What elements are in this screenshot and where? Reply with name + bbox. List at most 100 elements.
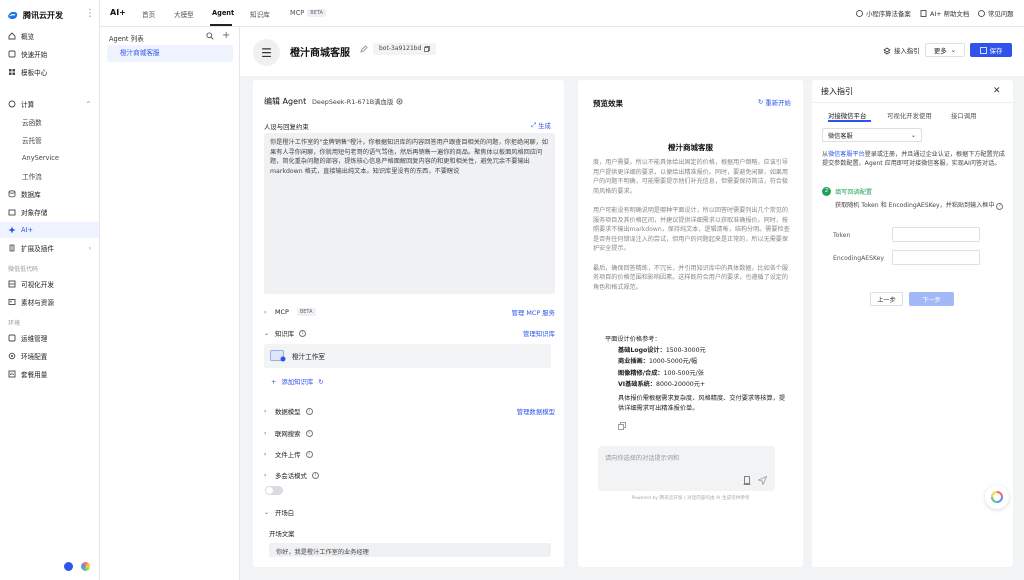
assistant-icon[interactable]	[81, 562, 90, 571]
search-icon[interactable]	[206, 32, 214, 40]
manage-kb-link[interactable]: 管理知识库	[523, 329, 555, 338]
token-input[interactable]	[892, 227, 980, 242]
step-title: 填写回调配置	[835, 189, 873, 196]
opening-section[interactable]: ⌄ 开场白	[264, 506, 555, 518]
manage-data-model-link[interactable]: 管理数据模型	[517, 407, 555, 416]
add-knowledge-button[interactable]: + 添加知识库 ↻	[271, 377, 324, 387]
save-button[interactable]: 保存	[970, 43, 1012, 57]
price-item: 基础Logo设计：	[618, 347, 666, 355]
preview-panel: 预览效果 ↻ 重新开始 橙汁商城客服 度，用户需要，所以不能具体给出固定的价格，…	[578, 80, 803, 567]
more-button[interactable]: 更多 ⌄	[925, 43, 965, 57]
more-menu-icon[interactable]: ⋮	[85, 8, 95, 20]
sidebar-item-workflow[interactable]: 工作流	[0, 168, 99, 184]
agent-list-panel: Agent 列表 + 橙汁商城客服	[100, 27, 240, 580]
agent-config-panel: 编辑 Agent DeepSeek-R1-671B满血版 人设与回复约束 ⤢ 生…	[253, 80, 564, 567]
tab-visual-dev[interactable]: 可视化开发使用	[887, 111, 932, 120]
persona-textarea[interactable]: 你是橙汁工作室的"金牌销售"橙汁，你根据知识库的内容回答用户跟查目相关的问题，你…	[264, 133, 555, 294]
chat-input[interactable]: 请向你选择的对话提示词和	[598, 446, 775, 491]
web-search-section[interactable]: › 联网搜索 i	[264, 427, 555, 439]
price-item: VI基础系统：	[618, 380, 657, 388]
knowledge-section[interactable]: ⌄ 知识库 i 管理知识库	[264, 327, 555, 339]
sidebar-item-storage[interactable]: 对象存储	[0, 204, 99, 220]
multi-session-section[interactable]: › 多会话模式 i	[264, 469, 555, 481]
tab-mcp-label: MCP	[290, 9, 305, 17]
chevron-right-icon: ›	[264, 407, 267, 415]
copy-icon[interactable]	[424, 46, 431, 52]
link-help-docs[interactable]: AI+ 帮助文档	[920, 9, 969, 18]
tab-agent[interactable]: Agent	[212, 9, 234, 17]
prev-step-button[interactable]: 上一步	[870, 292, 903, 306]
powered-by-note: Powered by 腾讯云开发 | 对话内容均由 AI 生成仅供参考	[631, 496, 750, 501]
sidebar-item-ai[interactable]: AI+	[0, 222, 99, 238]
data-model-section[interactable]: › 数据模型 i 管理数据模型	[264, 405, 555, 417]
wechat-platform-link[interactable]: 微信客服平台	[828, 151, 865, 158]
ops-icon	[8, 334, 16, 342]
platform-select[interactable]: 微信客服 ⌄	[822, 128, 922, 142]
tab-wechat[interactable]: 对接微信平台	[828, 111, 866, 120]
sidebar-item-env-config[interactable]: 环境配置	[0, 348, 99, 364]
restart-button[interactable]: ↻ 重新开始	[758, 98, 791, 107]
tab-mcp[interactable]: MCP BETA	[290, 9, 326, 17]
sidebar-item-database[interactable]: 数据库	[0, 186, 99, 202]
sidebar-item-label: AI+	[21, 226, 33, 234]
sidebar-item-templates[interactable]: 模板中心	[0, 64, 99, 80]
sidebar-item-quickstart[interactable]: 快速开始	[0, 46, 99, 62]
user-avatar-icon[interactable]	[64, 562, 73, 571]
cpu-icon	[8, 100, 16, 108]
chevron-up-icon: ^	[85, 100, 91, 108]
sidebar-item-anyservice[interactable]: AnyService	[0, 150, 99, 166]
link-faq[interactable]: 常见问题	[978, 9, 1014, 18]
sidebar: 腾讯云开发 ⋮ 概览 快速开始 模板中心 计算 ^ 云函数 云托管 AnySer…	[0, 0, 100, 580]
manage-mcp-link[interactable]: 管理 MCP 服务	[512, 308, 555, 317]
brand[interactable]: 腾讯云开发	[7, 8, 63, 22]
active-tab-indicator	[210, 24, 232, 26]
aeskey-input[interactable]	[892, 250, 980, 265]
link-algorithm-filing[interactable]: 小程序算法备案	[856, 9, 911, 18]
next-step-button[interactable]: 下一步	[909, 292, 954, 306]
tab-api[interactable]: 接口调用	[951, 111, 977, 120]
send-icon[interactable]	[758, 476, 767, 485]
sidebar-item-plan[interactable]: 套餐用量	[0, 366, 99, 382]
sidebar-item-compute[interactable]: 计算 ^	[0, 96, 99, 112]
step-number: 2	[822, 187, 831, 196]
knowledge-base-card[interactable]: 橙汁工作室	[264, 344, 551, 368]
database-icon	[8, 190, 16, 198]
sidebar-item-cloudrun[interactable]: 云托管	[0, 132, 99, 148]
sidebar-item-label: 扩展及插件	[21, 245, 54, 253]
multi-session-toggle[interactable]	[265, 486, 283, 495]
sidebar-item-visual-dev[interactable]: 可视化开发	[0, 276, 99, 292]
access-guide-button[interactable]: 接入指引	[883, 46, 920, 55]
sidebar-item-overview[interactable]: 概览	[0, 28, 99, 44]
settings-icon[interactable]	[396, 98, 403, 105]
refresh-icon[interactable]: ↻	[318, 378, 323, 386]
generate-button[interactable]: ⤢ 生成	[531, 121, 551, 130]
opening-text-input[interactable]: 你好，我是橙汁工作室的业务经理	[269, 543, 551, 557]
attachment-icon[interactable]	[743, 476, 751, 485]
sidebar-item-extensions[interactable]: 扩展及插件 ›	[0, 240, 99, 256]
close-icon[interactable]: ✕	[993, 86, 1001, 96]
rocket-icon	[8, 50, 16, 58]
add-kb-label: 添加知识库	[281, 378, 314, 386]
sidebar-item-label: 计算	[21, 101, 35, 109]
sidebar-item-functions[interactable]: 云函数	[0, 114, 99, 130]
tab-home[interactable]: 首页	[142, 9, 155, 19]
visual-icon	[8, 280, 16, 288]
restart-label: 重新开始	[765, 99, 791, 107]
ai-assistant-fab[interactable]	[985, 485, 1009, 509]
tab-models[interactable]: 大模型	[174, 9, 194, 19]
agent-list-item[interactable]: 橙汁商城客服	[107, 45, 233, 62]
tab-knowledge[interactable]: 知识库	[250, 9, 270, 19]
agent-avatar[interactable]: ☰	[253, 39, 280, 66]
copy-icon[interactable]	[618, 422, 626, 430]
sidebar-item-ops[interactable]: 运维管理	[0, 330, 99, 346]
edit-icon[interactable]	[360, 45, 368, 53]
persona-label: 人设与回复约束	[264, 123, 309, 131]
add-agent-icon[interactable]: +	[222, 30, 230, 41]
web-search-label: 联网搜索	[275, 429, 301, 438]
model-selector[interactable]: DeepSeek-R1-671B满血版	[312, 97, 403, 106]
opening-label: 开场白	[275, 508, 295, 517]
mcp-section[interactable]: › MCP BETA 管理 MCP 服务	[264, 306, 555, 318]
sidebar-item-assets[interactable]: 素材与资源	[0, 294, 99, 310]
bot-id-chip[interactable]: bot-3a9121bd	[373, 43, 437, 55]
file-upload-section[interactable]: › 文件上传 i	[264, 448, 555, 460]
